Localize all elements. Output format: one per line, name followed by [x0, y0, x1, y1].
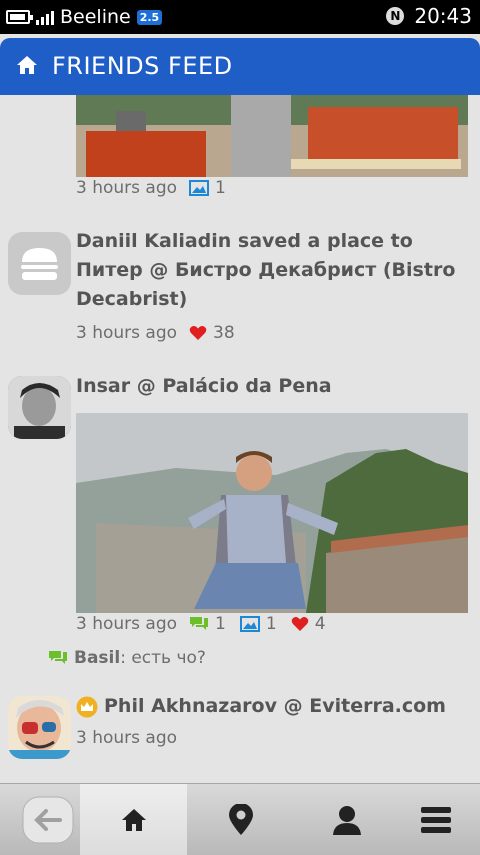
post-photo[interactable] — [76, 95, 468, 177]
post-time: 3 hours ago — [76, 728, 178, 748]
photo-count: 1 — [265, 614, 277, 634]
feed-list[interactable]: 3 hours ago 1 Daniil Kaliadin saved a pl… — [0, 95, 480, 783]
home-icon — [17, 56, 37, 74]
back-icon — [22, 796, 74, 843]
nav-home-button[interactable] — [80, 784, 187, 855]
post-photo[interactable] — [76, 413, 468, 613]
avatar[interactable] — [8, 376, 71, 439]
nfc-icon: N — [386, 7, 405, 25]
heart-icon — [291, 617, 308, 631]
places-icon — [229, 803, 253, 835]
menu-icon — [421, 806, 451, 833]
post-title[interactable]: Phil Akhnazarov @ Eviterra.com — [76, 692, 446, 721]
post-venue[interactable]: Palácio da Pena — [162, 375, 331, 397]
comment-icon — [49, 651, 67, 664]
home-icon — [121, 808, 146, 831]
profile-icon — [333, 805, 361, 835]
clock: 20:43 — [414, 4, 472, 28]
title-bar[interactable]: FRIENDS FEED — [0, 38, 480, 95]
post-meta: 3 hours ago 1 1 4 — [76, 614, 334, 634]
post-time: 3 hours ago — [76, 178, 178, 198]
comment-icon — [190, 617, 209, 630]
post-title[interactable]: Daniil Kaliadin saved a place to Питер @… — [76, 227, 466, 314]
like-count: 38 — [213, 323, 235, 343]
heart-icon — [189, 326, 207, 340]
bottom-nav — [0, 783, 480, 855]
carrier-name: Beeline — [60, 6, 131, 28]
post-meta: 3 hours ago — [76, 728, 177, 748]
comment[interactable]: Basil: есть чо? — [48, 648, 206, 668]
photo-count: 1 — [215, 178, 226, 198]
post-meta: 3 hours ago 1 — [76, 178, 234, 198]
post-user[interactable]: Insar — [76, 375, 130, 397]
signal-icon — [36, 9, 54, 25]
battery-icon — [6, 10, 33, 24]
post-title[interactable]: Insar @ Palácio da Pena — [76, 372, 332, 401]
avatar[interactable] — [8, 696, 71, 759]
photo-icon — [239, 616, 260, 632]
nav-menu-button[interactable] — [392, 784, 480, 855]
venue-category-icon[interactable] — [8, 232, 71, 295]
post-meta: 3 hours ago 38 — [76, 323, 243, 343]
comment-author[interactable]: Basil — [74, 648, 120, 668]
nav-profile-button[interactable] — [299, 784, 395, 855]
photo-icon — [189, 180, 210, 196]
post-user[interactable]: Phil Akhnazarov — [104, 695, 277, 717]
page-title: FRIENDS FEED — [52, 52, 233, 80]
post-time: 3 hours ago — [76, 323, 178, 343]
post-venue[interactable]: Eviterra.com — [309, 695, 446, 717]
status-bar: Beeline 2.5 N 20:43 — [0, 0, 480, 34]
comment-count: 1 — [215, 614, 226, 634]
post-time: 3 hours ago — [76, 614, 178, 634]
comment-text: : есть чо? — [120, 648, 206, 668]
crown-icon — [76, 696, 98, 717]
network-badge: 2.5 — [136, 9, 163, 25]
nav-places-button[interactable] — [193, 784, 289, 855]
like-count: 4 — [314, 614, 326, 634]
